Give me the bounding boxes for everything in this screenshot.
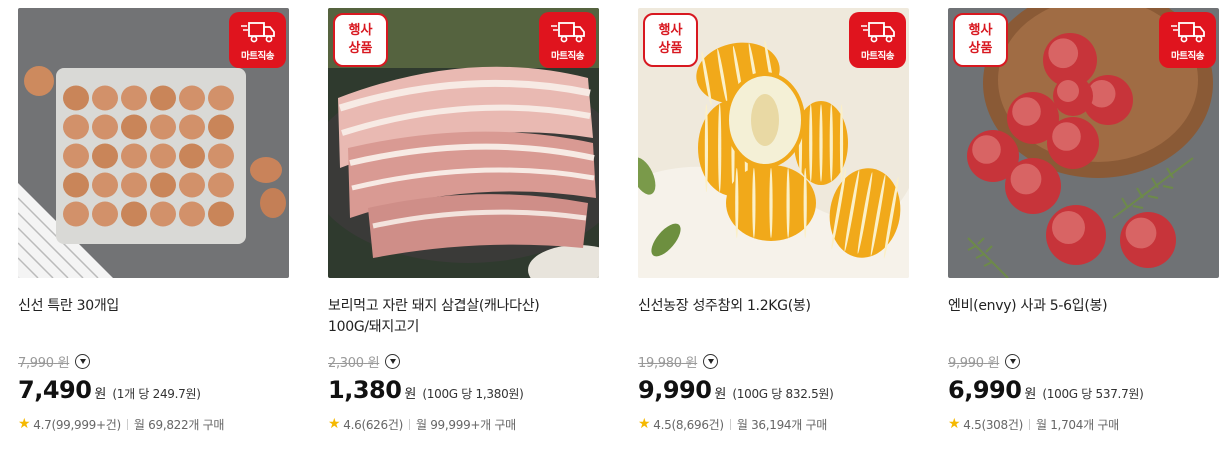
chevron-down-circle-icon[interactable] bbox=[385, 353, 401, 369]
currency-label: 원 bbox=[404, 387, 417, 402]
event-badge-line: 상품 bbox=[658, 41, 683, 56]
product-image[interactable]: 행사 상품 마트직송 bbox=[328, 8, 599, 278]
monthly-purchases: 월 99,999+개 구매 bbox=[415, 417, 516, 432]
currency-label: 원 bbox=[94, 387, 107, 402]
direct-delivery-label: 마트직송 bbox=[551, 51, 584, 62]
event-badge-line: 행사 bbox=[348, 23, 373, 38]
delivery-truck-icon bbox=[1170, 22, 1205, 43]
meta-row: ★ 4.7(99,999+건) 월 69,822개 구매 bbox=[18, 416, 289, 432]
sale-price: 6,990 bbox=[948, 376, 1022, 404]
star-icon: ★ bbox=[638, 416, 651, 432]
monthly-purchases: 월 1,704개 구매 bbox=[1035, 417, 1119, 432]
star-icon: ★ bbox=[948, 416, 961, 432]
original-price: 9,990 원 bbox=[948, 355, 1000, 371]
product-title-line[interactable]: 신선 특란 30개입 bbox=[18, 296, 289, 317]
original-price-row: 19,980 원 bbox=[638, 352, 909, 371]
original-price: 2,300 원 bbox=[328, 355, 380, 371]
chevron-down-circle-icon[interactable] bbox=[703, 353, 719, 369]
product-title-line[interactable]: 보리먹고 자란 돼지 삼겹살(캐나다산) bbox=[328, 296, 599, 317]
meta-row: ★ 4.5(8,696건) 월 36,194개 구매 bbox=[638, 416, 909, 432]
product-image[interactable]: 행사 상품 마트직송 bbox=[948, 8, 1219, 278]
product-card[interactable]: 행사 상품 마트직송 보리먹고 자란 돼지 삼겹살(캐나다산) 100G/돼지고… bbox=[328, 8, 599, 432]
divider bbox=[126, 418, 128, 430]
monthly-purchases: 월 36,194개 구매 bbox=[736, 417, 827, 432]
unit-price: (100G 당 832.5원) bbox=[732, 387, 834, 401]
direct-delivery-label: 마트직송 bbox=[241, 51, 274, 62]
product-image[interactable]: 마트직송 bbox=[18, 8, 289, 278]
product-grid: 마트직송 신선 특란 30개입 7,990 원 7,490 원 (1개 당 24… bbox=[0, 0, 1228, 453]
direct-delivery-badge: 마트직송 bbox=[539, 12, 596, 68]
sale-price: 9,990 bbox=[638, 376, 712, 404]
direct-delivery-badge: 마트직송 bbox=[849, 12, 906, 68]
product-title[interactable]: 신선농장 성주참외 1.2KG(봉) bbox=[638, 296, 909, 340]
sale-price: 1,380 bbox=[328, 376, 402, 404]
product-title[interactable]: 보리먹고 자란 돼지 삼겹살(캐나다산) 100G/돼지고기 bbox=[328, 296, 599, 340]
direct-delivery-badge: 마트직송 bbox=[229, 12, 286, 68]
chevron-down-circle-icon[interactable] bbox=[75, 353, 91, 369]
product-card[interactable]: 행사 상품 마트직송 엔비(envy) 사과 5-6입(봉) 9,990 원 6… bbox=[948, 8, 1219, 432]
rating-text: 4.6(626건) bbox=[343, 417, 403, 432]
meta-row: ★ 4.6(626건) 월 99,999+개 구매 bbox=[328, 416, 599, 432]
price-row: 9,990 원 (100G 당 832.5원) bbox=[638, 376, 909, 406]
divider bbox=[729, 418, 731, 430]
rating-text: 4.7(99,999+건) bbox=[33, 417, 121, 432]
currency-label: 원 bbox=[1024, 387, 1037, 402]
event-badge-line: 행사 bbox=[968, 23, 993, 38]
divider bbox=[408, 418, 410, 430]
price-row: 1,380 원 (100G 당 1,380원) bbox=[328, 376, 599, 406]
meta-row: ★ 4.5(308건) 월 1,704개 구매 bbox=[948, 416, 1219, 432]
star-icon: ★ bbox=[328, 416, 341, 432]
delivery-truck-icon bbox=[550, 22, 585, 43]
rating-text: 4.5(308건) bbox=[963, 417, 1023, 432]
unit-price: (1개 당 249.7원) bbox=[112, 387, 201, 401]
event-badge-line: 행사 bbox=[658, 23, 683, 38]
original-price-row: 2,300 원 bbox=[328, 352, 599, 371]
event-product-badge: 행사 상품 bbox=[953, 13, 1008, 67]
delivery-truck-icon bbox=[860, 22, 895, 43]
chevron-down-circle-icon[interactable] bbox=[1005, 353, 1021, 369]
divider bbox=[1028, 418, 1030, 430]
product-title[interactable]: 신선 특란 30개입 bbox=[18, 296, 289, 340]
original-price: 7,990 원 bbox=[18, 355, 70, 371]
delivery-truck-icon bbox=[240, 22, 275, 43]
rating-text: 4.5(8,696건) bbox=[653, 417, 724, 432]
sale-price: 7,490 bbox=[18, 376, 92, 404]
unit-price: (100G 당 537.7원) bbox=[1042, 387, 1144, 401]
unit-price: (100G 당 1,380원) bbox=[422, 387, 524, 401]
price-row: 6,990 원 (100G 당 537.7원) bbox=[948, 376, 1219, 406]
product-card[interactable]: 행사 상품 마트직송 신선농장 성주참외 1.2KG(봉) 19,980 원 9… bbox=[638, 8, 909, 432]
product-title-line[interactable]: 100G/돼지고기 bbox=[328, 317, 599, 338]
product-image[interactable]: 행사 상품 마트직송 bbox=[638, 8, 909, 278]
direct-delivery-label: 마트직송 bbox=[861, 51, 894, 62]
product-title-line[interactable]: 신선농장 성주참외 1.2KG(봉) bbox=[638, 296, 909, 317]
original-price: 19,980 원 bbox=[638, 355, 698, 371]
original-price-row: 7,990 원 bbox=[18, 352, 289, 371]
direct-delivery-label: 마트직송 bbox=[1171, 51, 1204, 62]
event-product-badge: 행사 상품 bbox=[333, 13, 388, 67]
star-icon: ★ bbox=[18, 416, 31, 432]
product-title-line[interactable]: 엔비(envy) 사과 5-6입(봉) bbox=[948, 296, 1219, 317]
direct-delivery-badge: 마트직송 bbox=[1159, 12, 1216, 68]
original-price-row: 9,990 원 bbox=[948, 352, 1219, 371]
event-badge-line: 상품 bbox=[348, 41, 373, 56]
product-card[interactable]: 마트직송 신선 특란 30개입 7,990 원 7,490 원 (1개 당 24… bbox=[18, 8, 289, 432]
monthly-purchases: 월 69,822개 구매 bbox=[133, 417, 225, 432]
currency-label: 원 bbox=[714, 387, 727, 402]
price-row: 7,490 원 (1개 당 249.7원) bbox=[18, 376, 289, 406]
product-title[interactable]: 엔비(envy) 사과 5-6입(봉) bbox=[948, 296, 1219, 340]
event-product-badge: 행사 상품 bbox=[643, 13, 698, 67]
event-badge-line: 상품 bbox=[968, 41, 993, 56]
